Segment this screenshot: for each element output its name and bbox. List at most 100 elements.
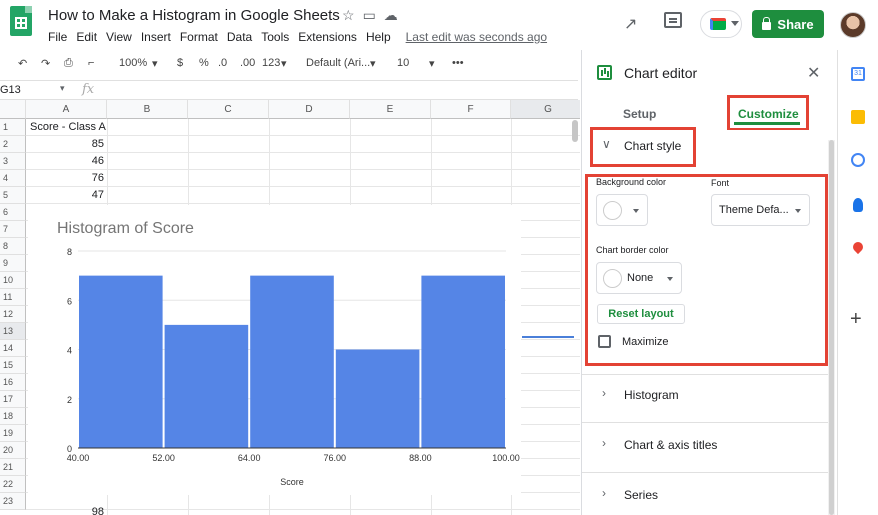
cell-a3[interactable]: 46	[30, 153, 104, 170]
menu-edit[interactable]: Edit	[76, 30, 97, 44]
row-header[interactable]: 14	[0, 340, 26, 357]
column-header-e[interactable]: E	[350, 100, 431, 119]
column-header-a[interactable]: A	[26, 100, 107, 119]
row-header[interactable]: 17	[0, 391, 26, 408]
row-header[interactable]: 4	[0, 170, 26, 187]
row-header[interactable]: 18	[0, 408, 26, 425]
row-header[interactable]: 3	[0, 153, 26, 170]
menu-data[interactable]: Data	[227, 30, 252, 44]
menu-extensions[interactable]: Extensions	[298, 30, 357, 44]
section-series[interactable]: › Series	[582, 486, 828, 514]
folder-icon[interactable]: ▭	[363, 7, 376, 24]
font-select[interactable]: Default (Ari...	[306, 57, 370, 69]
column-header-d[interactable]: D	[269, 100, 350, 119]
close-icon[interactable]: ✕	[807, 63, 820, 83]
row-header[interactable]: 1	[0, 119, 26, 136]
share-button[interactable]: Share	[752, 10, 824, 38]
chart-editor-panel: Chart editor ✕ Setup Customize ∨ Chart s…	[581, 50, 836, 515]
x-axis-title: Score	[280, 477, 304, 487]
row-header[interactable]: 6	[0, 204, 26, 221]
cell-a1[interactable]: Score - Class A	[30, 119, 106, 136]
row-header[interactable]: 5	[0, 187, 26, 204]
scrollbar-thumb[interactable]	[829, 140, 834, 515]
print-icon[interactable]: ⎙	[64, 57, 73, 70]
cell-a5[interactable]: 47	[30, 187, 104, 204]
chart-title: Histogram of Score	[57, 220, 194, 237]
undo-icon[interactable]: ↶	[18, 57, 27, 70]
row-header[interactable]: 2	[0, 136, 26, 153]
font-size-select[interactable]: 10	[397, 57, 409, 69]
avatar[interactable]	[840, 12, 866, 38]
sheets-logo-icon[interactable]	[10, 6, 32, 36]
highlight-chart-style	[590, 127, 696, 167]
contacts-icon[interactable]	[853, 198, 863, 212]
row-header[interactable]: 12	[0, 306, 26, 323]
select-all-corner[interactable]	[0, 100, 26, 119]
sheet-scrollbar[interactable]	[572, 120, 578, 142]
chart-icon	[597, 65, 612, 80]
document-title[interactable]: How to Make a Histogram in Google Sheets	[48, 7, 340, 24]
divider	[582, 374, 828, 375]
section-histogram[interactable]: › Histogram	[582, 386, 828, 416]
histogram-chart[interactable]: Histogram of Score 0 2 4 6 8 40.00 52.00 64.00 76…	[28, 205, 521, 495]
tab-setup[interactable]: Setup	[623, 107, 656, 121]
chevron-right-icon: ›	[602, 386, 606, 400]
maps-icon[interactable]	[850, 239, 866, 255]
row-header[interactable]: 8	[0, 238, 26, 255]
side-panel: 31 +	[837, 50, 878, 515]
grid-row-line	[26, 135, 580, 136]
menu-view[interactable]: View	[106, 30, 132, 44]
section-chart-axis-titles[interactable]: › Chart & axis titles	[582, 436, 828, 466]
menu-help[interactable]: Help	[366, 30, 391, 44]
row-header[interactable]: 10	[0, 272, 26, 289]
chart-editor-title: Chart editor	[624, 65, 698, 81]
row-header[interactable]: 20	[0, 442, 26, 459]
grid-row-line	[26, 509, 580, 510]
increase-decimal-button[interactable]: .00	[240, 57, 255, 69]
keep-icon[interactable]	[851, 110, 865, 124]
cell-a4[interactable]: 76	[30, 170, 104, 187]
column-header-c[interactable]: C	[188, 100, 269, 119]
cloud-icon[interactable]: ☁	[384, 7, 398, 24]
row-header[interactable]: 9	[0, 255, 26, 272]
column-header-f[interactable]: F	[431, 100, 511, 119]
tasks-icon[interactable]	[851, 153, 865, 167]
row-header[interactable]: 15	[0, 357, 26, 374]
meet-camera-icon	[710, 18, 726, 30]
percent-button[interactable]: %	[199, 57, 209, 69]
add-addon-icon[interactable]: +	[850, 308, 862, 331]
y-tick-label: 2	[67, 395, 72, 405]
fx-icon: fx	[82, 82, 95, 97]
row-header[interactable]: 11	[0, 289, 26, 306]
more-options-button[interactable]: •••	[452, 57, 464, 69]
meet-button[interactable]	[700, 10, 742, 38]
last-edit-link[interactable]: Last edit was seconds ago	[406, 30, 547, 44]
row-header[interactable]: 23	[0, 493, 26, 510]
menu-file[interactable]: File	[48, 30, 67, 44]
cell-a2[interactable]: 85	[30, 136, 104, 153]
row-header[interactable]: 16	[0, 374, 26, 391]
activity-trend-icon[interactable]: ↗	[624, 14, 637, 34]
star-icon[interactable]: ☆	[342, 7, 355, 24]
column-header-g[interactable]: G	[511, 100, 580, 119]
row-header[interactable]: 13	[0, 323, 26, 340]
menu-insert[interactable]: Insert	[141, 30, 171, 44]
column-header-b[interactable]: B	[107, 100, 188, 119]
decrease-decimal-button[interactable]: .0	[218, 57, 227, 69]
currency-button[interactable]: $	[177, 57, 183, 69]
comment-history-icon[interactable]	[664, 12, 682, 28]
row-header[interactable]: 22	[0, 476, 26, 493]
menu-format[interactable]: Format	[180, 30, 218, 44]
more-formats-button[interactable]: 123	[262, 57, 280, 69]
zoom-select[interactable]: 100%	[119, 57, 147, 69]
editor-scrollbar[interactable]	[828, 140, 835, 515]
calendar-icon[interactable]: 31	[851, 67, 865, 81]
row-header[interactable]: 19	[0, 425, 26, 442]
redo-icon[interactable]: ↷	[41, 57, 50, 70]
paint-format-icon[interactable]: ⌐	[88, 57, 94, 69]
menu-tools[interactable]: Tools	[261, 30, 289, 44]
row-header[interactable]: 7	[0, 221, 26, 238]
row-header[interactable]: 21	[0, 459, 26, 476]
highlight-customize-tab	[727, 95, 809, 131]
cell-a-last[interactable]: 98	[30, 504, 104, 515]
